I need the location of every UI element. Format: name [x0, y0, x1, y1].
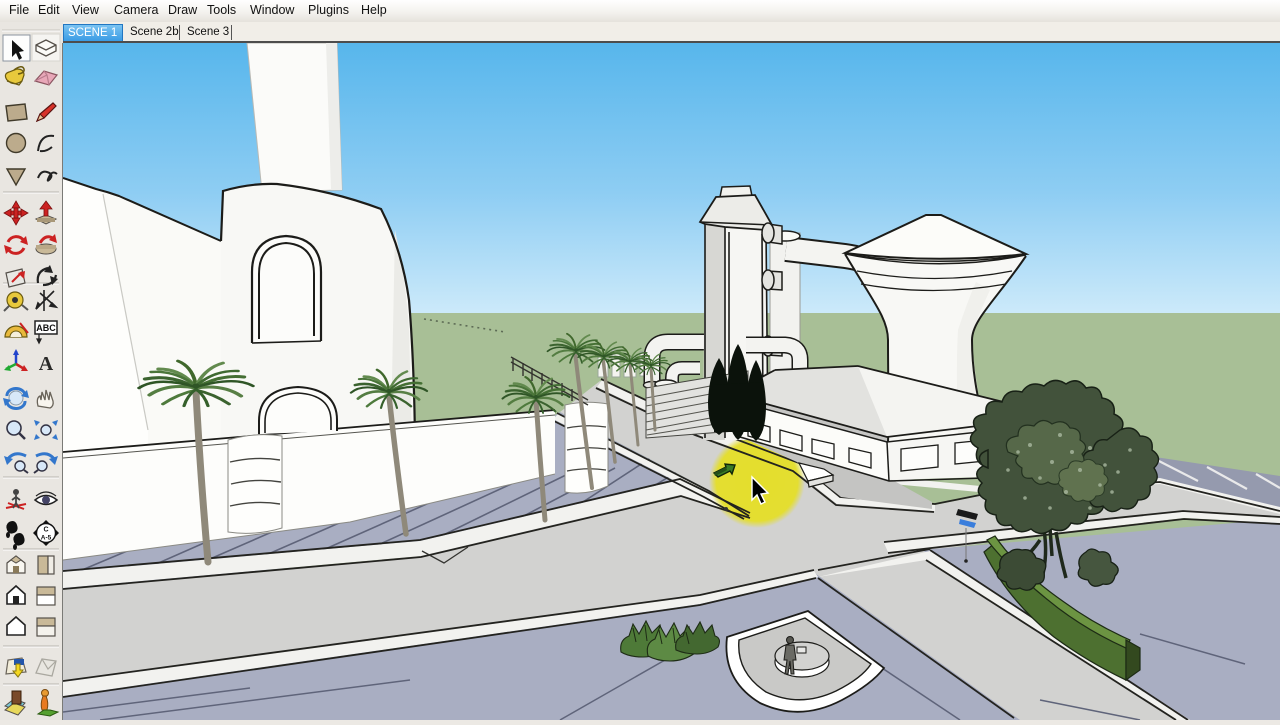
- svg-text:ABC: ABC: [36, 323, 56, 333]
- svg-text:A: A: [39, 353, 54, 375]
- svg-text:A-5: A-5: [41, 535, 52, 542]
- svg-text:C: C: [43, 527, 48, 534]
